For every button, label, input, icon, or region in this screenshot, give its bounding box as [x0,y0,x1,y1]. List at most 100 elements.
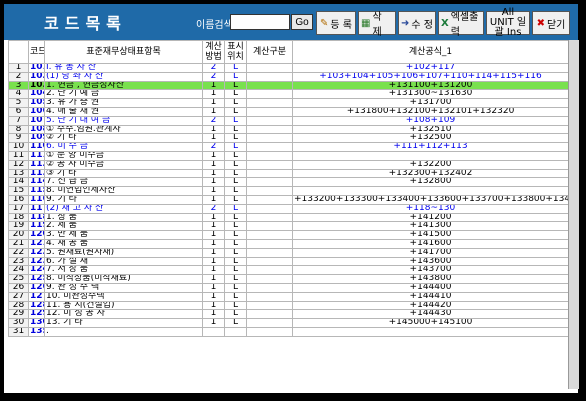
row-number[interactable]: 4 [8,89,29,100]
display-position-cell[interactable]: L [224,203,247,214]
item-name-cell[interactable]: ② 공 사 미수금 [44,159,203,170]
row-number[interactable]: 12 [8,159,29,170]
display-position-cell[interactable]: L [224,80,247,91]
calc-type-cell[interactable] [246,186,293,196]
row-number[interactable]: 26 [8,282,29,293]
table-row[interactable]: 251258. 미착상품(미착재료)1L +143800 [8,274,569,284]
code-cell[interactable]: 122 [28,247,45,258]
display-position-cell[interactable]: L [224,309,247,320]
calc-method-cell[interactable]: 2 [202,115,225,126]
column-header-display-position[interactable]: 표시 위치 [224,40,247,64]
row-number[interactable]: 2 [8,71,29,82]
code-cell[interactable]: 135 [28,326,45,337]
row-number[interactable]: 18 [8,212,29,223]
vertical-scrollbar[interactable] [568,40,579,389]
calc-method-cell[interactable]: 1 [202,177,225,188]
calc-method-cell[interactable]: 1 [202,89,225,100]
calc-method-cell[interactable]: 1 [202,80,225,91]
code-cell[interactable]: 115 [28,186,45,196]
table-row[interactable]: 31135. [8,326,569,337]
item-name-cell[interactable]: (2) 재 고 자 산 [44,203,203,214]
display-position-cell[interactable]: L [224,212,247,223]
calc-method-cell[interactable]: 1 [202,221,225,232]
code-cell[interactable]: 107 [28,115,45,126]
display-position-cell[interactable]: L [224,186,247,196]
row-number[interactable]: 7 [8,115,29,126]
item-name-cell[interactable]: 10. 미완성주택 [44,291,203,302]
display-position-cell[interactable]: L [224,177,247,188]
table-row[interactable]: 61064. 매 출 채 권1L +131800+132100+132101+13… [8,106,569,117]
edit-button[interactable]: ➜ 수 정 [398,11,436,35]
table-row[interactable]: 2712710. 미완성주택1L +144410 [8,291,569,302]
formula-cell[interactable]: +132200 [292,159,569,170]
calc-method-cell[interactable]: 1 [202,230,225,240]
calc-method-cell[interactable]: 1 [202,282,225,293]
row-number[interactable]: 6 [8,106,29,117]
display-position-cell[interactable]: L [224,142,247,152]
calc-method-cell[interactable]: 1 [202,247,225,258]
calc-type-cell[interactable] [246,159,293,170]
formula-cell[interactable]: +144430 [292,309,569,320]
row-number[interactable]: 11 [8,150,29,161]
table-row[interactable]: 13113③ 기 타1L +132300+132402 [8,168,569,179]
item-name-cell[interactable]: ① 주주.임원.관계사 [44,124,203,135]
code-cell[interactable]: 114 [28,177,45,188]
item-name-cell[interactable]: 5. 원재료(원자재) [44,247,203,258]
formula-cell[interactable]: +143700 [292,265,569,276]
row-number[interactable]: 19 [8,221,29,232]
table-row[interactable]: 181181. 상 품1L +141200 [8,212,569,223]
display-position-cell[interactable]: L [224,238,247,249]
calc-type-cell[interactable] [246,71,293,82]
item-name-cell[interactable]: 7. 저 장 품 [44,265,203,276]
code-cell[interactable]: 105 [28,98,45,108]
row-number[interactable]: 17 [8,203,29,214]
column-header-code[interactable]: 코드 [28,40,45,64]
row-number[interactable]: 14 [8,177,29,188]
row-number[interactable]: 13 [8,168,29,179]
calc-type-cell[interactable] [246,256,293,267]
item-name-cell[interactable]: 4. 재 공 품 [44,238,203,249]
display-position-cell[interactable]: L [224,291,247,302]
formula-cell[interactable]: +144400 [292,282,569,293]
calc-method-cell[interactable] [202,326,225,337]
formula-cell[interactable]: +118~130 [292,203,569,214]
calc-method-cell[interactable]: 2 [202,203,225,214]
calc-method-cell[interactable]: 1 [202,98,225,108]
formula-cell[interactable]: +141300 [292,221,569,232]
table-row[interactable]: 221225. 원재료(원자재)1L +141700 [8,247,569,258]
item-name-cell[interactable]: 7. 선 급 금 [44,177,203,188]
calc-type-cell[interactable] [246,89,293,100]
table-row[interactable]: 201203. 반 제 품1L +141500 [8,230,569,240]
row-number[interactable]: 28 [8,300,29,311]
row-number[interactable]: 10 [8,142,29,152]
formula-cell[interactable]: +102+117 [292,63,569,73]
display-position-cell[interactable]: L [224,274,247,284]
formula-cell[interactable]: +132510 [292,124,569,135]
code-cell[interactable]: 103 [28,80,45,91]
display-position-cell[interactable] [224,326,247,337]
formula-cell[interactable]: +145000+145100 [292,318,569,328]
table-row[interactable]: 2912912. 미 성 공 사1L +144430 [8,309,569,320]
formula-cell[interactable]: +141500 [292,230,569,240]
calc-type-cell[interactable] [246,212,293,223]
calc-method-cell[interactable]: 1 [202,265,225,276]
formula-cell[interactable]: +111+112+113 [292,142,569,152]
calc-type-cell[interactable] [246,177,293,188]
display-position-cell[interactable]: L [224,265,247,276]
table-row[interactable]: 211214. 재 공 품1L +141600 [8,238,569,249]
calc-type-cell[interactable] [246,238,293,249]
item-name-cell[interactable]: 1. 현금 , 현금성자산 [44,80,203,91]
go-button[interactable]: Go [291,14,313,30]
table-row[interactable]: 231236. 가 설 재1L +143600 [8,256,569,267]
table-row[interactable]: 71075. 단 기 대 여 금2L +108+109 [8,115,569,126]
formula-cell[interactable] [292,326,569,337]
display-position-cell[interactable]: L [224,98,247,108]
calc-method-cell[interactable]: 1 [202,256,225,267]
calc-type-cell[interactable] [246,309,293,320]
code-cell[interactable]: 128 [28,300,45,311]
display-position-cell[interactable]: L [224,256,247,267]
calc-type-cell[interactable] [246,80,293,91]
item-name-cell[interactable]: I. 유 동 자 산 [44,63,203,73]
table-row[interactable]: 2812811. 용 지(건설업)1L +144420 [8,300,569,311]
formula-cell[interactable]: +133200+133300+133400+133600+133700+1338… [292,194,569,205]
